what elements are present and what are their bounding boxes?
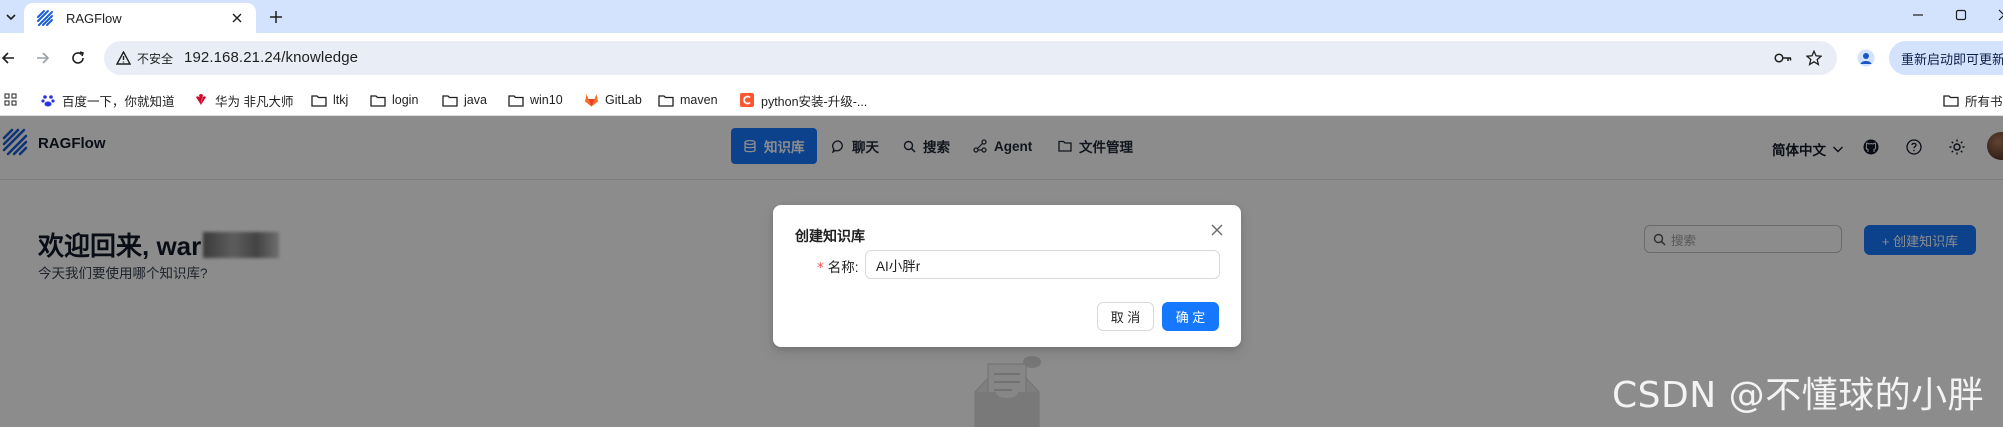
new-tab-button[interactable]	[264, 5, 288, 29]
bookmark-label: win10	[530, 93, 563, 107]
bookmark-label: maven	[680, 93, 718, 107]
bookmarks-bar: 百度一下，你就知道 华为 非凡大师 ltkj login java win10 …	[0, 83, 2003, 116]
back-button[interactable]	[0, 44, 22, 72]
forward-button[interactable]	[29, 44, 57, 72]
window-close-button[interactable]	[1981, 0, 2003, 30]
maximize-button[interactable]	[1938, 0, 1984, 30]
bookmark-folder-java[interactable]: java	[442, 89, 487, 111]
tab-search-button[interactable]	[0, 6, 22, 28]
profile-button[interactable]	[1852, 44, 1880, 72]
folder-icon	[1943, 92, 1959, 108]
warning-icon	[116, 51, 131, 65]
bookmark-label: 所有书	[1965, 94, 2003, 109]
baidu-icon	[40, 92, 56, 108]
dialog-close-button[interactable]	[1206, 219, 1228, 241]
chevron-down-icon	[6, 14, 16, 21]
name-label-text: 名称:	[827, 260, 859, 275]
bookmark-folder-ltkj[interactable]: ltkj	[311, 89, 348, 111]
browser-tab[interactable]: RAGFlow	[24, 3, 256, 33]
browser-tabstrip: RAGFlow	[0, 0, 2003, 33]
name-field-label: * 名称:	[817, 256, 859, 276]
huawei-icon	[193, 92, 209, 108]
maximize-icon	[1955, 9, 1967, 21]
bookmark-label: login	[392, 93, 419, 107]
cancel-button[interactable]: 取 消	[1097, 302, 1154, 331]
tab-title: RAGFlow	[66, 10, 122, 26]
bookmark-folder-win10[interactable]: win10	[508, 89, 563, 111]
close-icon	[1998, 9, 2003, 21]
close-icon	[232, 13, 242, 23]
tab-close-button[interactable]	[226, 7, 248, 29]
bookmark-huawei[interactable]: 华为 非凡大师	[193, 89, 293, 111]
minimize-icon	[1913, 14, 1923, 16]
security-chip[interactable]: 不安全	[110, 45, 181, 71]
bookmark-csdn[interactable]: python安装-升级-...	[739, 89, 867, 111]
key-icon	[1774, 53, 1792, 63]
ragflow-logo-icon	[37, 10, 53, 26]
folder-icon	[508, 92, 524, 108]
gitlab-icon	[583, 92, 599, 108]
bookmark-label: ltkj	[333, 93, 349, 107]
url-text[interactable]: 192.168.21.24/knowledge	[184, 49, 358, 66]
reload-icon	[72, 51, 85, 64]
dialog-title: 创建知识库	[795, 228, 865, 244]
csdn-watermark: CSDN @不懂球的小胖	[1612, 375, 1985, 416]
profile-icon	[1857, 49, 1875, 67]
bookmark-folder-maven[interactable]: maven	[658, 89, 718, 111]
bookmark-star-button[interactable]	[1802, 46, 1826, 70]
apps-button[interactable]	[4, 89, 18, 111]
folder-icon	[442, 92, 458, 108]
arrow-left-icon	[1, 52, 14, 64]
plus-icon	[270, 11, 282, 23]
minimize-button[interactable]	[1895, 0, 1941, 30]
bookmark-folder-login[interactable]: login	[370, 89, 418, 111]
bookmark-label: python安装-升级-...	[761, 94, 868, 109]
create-knowledge-base-dialog: 创建知识库 *名称: 取 消 确 定	[773, 205, 1241, 347]
bookmark-gitlab[interactable]: GitLab	[583, 89, 642, 111]
required-asterisk: *	[817, 260, 824, 276]
bookmark-label: java	[464, 93, 487, 107]
security-label: 不安全	[137, 51, 174, 66]
bookmark-label: 百度一下，你就知道	[62, 94, 175, 109]
folder-icon	[658, 92, 674, 108]
arrow-right-icon	[37, 52, 50, 64]
password-key-button[interactable]	[1771, 46, 1795, 70]
bookmark-baidu[interactable]: 百度一下，你就知道	[40, 89, 175, 111]
address-bar[interactable]: 不安全 192.168.21.24/knowledge	[104, 41, 1837, 75]
bookmark-label: 华为 非凡大师	[215, 94, 294, 109]
relaunch-update-button[interactable]: 重新启动即可更新	[1889, 41, 2003, 75]
bookmark-label: GitLab	[605, 93, 642, 107]
csdn-icon	[739, 92, 755, 108]
apps-grid-icon	[4, 93, 17, 106]
reload-button[interactable]	[64, 44, 92, 72]
browser-toolbar: 不安全 192.168.21.24/knowledge 重新启动即可更新	[0, 33, 2003, 83]
close-icon	[1211, 224, 1223, 236]
star-icon	[1806, 50, 1822, 66]
knowledge-base-name-input[interactable]	[865, 250, 1220, 279]
confirm-button[interactable]: 确 定	[1162, 302, 1219, 331]
bookmark-all-bookmarks[interactable]: 所有书	[1943, 89, 2003, 111]
folder-icon	[370, 92, 386, 108]
folder-icon	[311, 92, 327, 108]
